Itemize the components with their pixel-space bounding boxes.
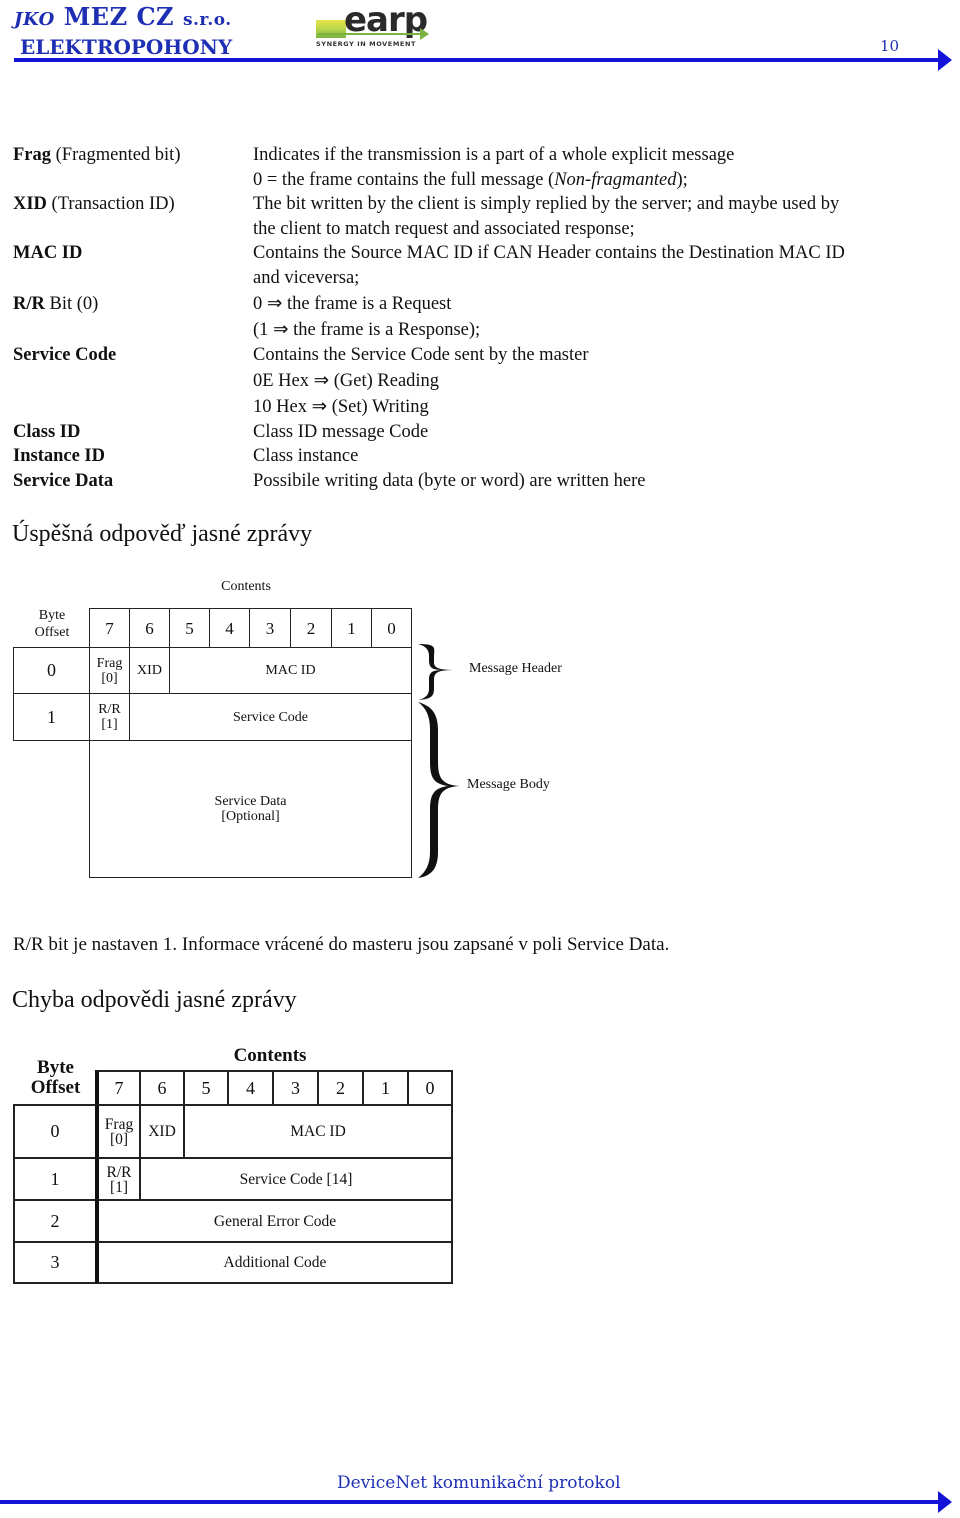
logo-tagline: SYNERGY IN MOVEMENT — [316, 40, 417, 48]
contents-label: Contents — [221, 579, 271, 594]
def-desc-rr-line2: (1 ⇒ the frame is a Response); — [253, 320, 481, 340]
bit-header-1: 1 — [331, 608, 372, 648]
byte-offset-1: 1 — [13, 1157, 97, 1201]
logo-color-bar — [316, 20, 346, 38]
footer-arrow-icon — [938, 1491, 952, 1513]
section-title-error: Chyba odpovědi jasné zprávy — [12, 987, 297, 1013]
def-term-class-id: Class ID — [13, 422, 81, 442]
def-desc-macid-line2: and viceversa; — [253, 268, 360, 288]
header-arrow-icon — [938, 49, 952, 71]
def-desc-service-data: Possibile writing data (byte or word) ar… — [253, 471, 646, 491]
company-subtitle: ELEKTROPOHONY — [20, 35, 233, 59]
def-desc-instance-id: Class instance — [253, 446, 359, 466]
company-name: JKO MEZ CZ s.r.o. — [14, 2, 232, 31]
xid-cell: XID — [129, 647, 170, 694]
earp-logo: earp SYNERGY IN MOVEMENT — [312, 0, 452, 52]
section-title-success: Úspěšná odpověď jasné zprávy — [12, 521, 313, 547]
def-term-macid: MAC ID — [13, 243, 83, 263]
byte-offset-0: 0 — [13, 1104, 97, 1159]
frag-cell: Frag [0] — [89, 647, 130, 694]
def-desc-frag-line1: Indicates if the transmission is a part … — [253, 145, 735, 165]
xid-cell: XID — [139, 1104, 185, 1159]
bit-header-5: 5 — [183, 1070, 229, 1106]
contents-label: Contents — [233, 1045, 307, 1066]
def-term-service-code: Service Code — [13, 345, 117, 365]
byte-offset-label: Byte Offset — [34, 608, 70, 640]
byte-offset-3: 3 — [13, 1241, 97, 1284]
def-desc-rr-line1: 0 ⇒ the frame is a Request — [253, 294, 452, 314]
bit-header-0: 0 — [407, 1070, 453, 1106]
bit-header-0: 0 — [371, 608, 412, 648]
footer-title: DeviceNet komunikační protokol — [337, 1473, 621, 1493]
bit-header-1: 1 — [362, 1070, 409, 1106]
mac-id-cell: MAC ID — [183, 1104, 453, 1159]
byte-offset-0: 0 — [13, 647, 90, 694]
company-name-main: MEZ CZ — [63, 2, 175, 31]
def-term-service-data: Service Data — [13, 471, 114, 491]
byte-offset-label: Byte Offset — [30, 1057, 81, 1098]
def-term-rr: R/R Bit (0) — [13, 294, 99, 314]
def-desc-xid-line2: the client to match request and associat… — [253, 219, 635, 239]
def-desc-service-code-line3: 10 Hex ⇒ (Set) Writing — [253, 397, 429, 417]
message-body-label: Message Body — [467, 777, 550, 792]
bit-header-6: 6 — [139, 1070, 185, 1106]
bit-header-2: 2 — [317, 1070, 364, 1106]
service-code-cell: Service Code — [129, 693, 412, 741]
bit-header-7: 7 — [89, 608, 130, 648]
rr-cell: R/R [1] — [95, 1157, 141, 1201]
success-note: R/R bit je nastaven 1. Informace vrácené… — [13, 934, 670, 955]
def-desc-service-code-line2: 0E Hex ⇒ (Get) Reading — [253, 371, 440, 391]
bit-header-7: 7 — [95, 1070, 141, 1106]
byte-offset-2: 2 — [13, 1199, 97, 1243]
body-brace-icon — [418, 702, 460, 878]
service-data-cell: Service Data [Optional] — [89, 740, 412, 878]
header-brace-icon — [418, 644, 456, 700]
def-desc-frag-line2: 0 = the frame contains the full message … — [253, 170, 688, 190]
page-number: 10 — [880, 37, 900, 55]
header-rule — [14, 58, 940, 62]
rr-cell: R/R [1] — [89, 693, 130, 741]
bit-header-2: 2 — [290, 608, 332, 648]
def-desc-service-code-line1: Contains the Service Code sent by the ma… — [253, 345, 589, 365]
def-term-frag: Frag (Fragmented bit) — [13, 145, 181, 165]
def-term-instance-id: Instance ID — [13, 446, 105, 466]
def-desc-class-id: Class ID message Code — [253, 422, 429, 442]
logo-arrow-icon — [420, 28, 429, 40]
bit-header-4: 4 — [227, 1070, 274, 1106]
bit-header-3: 3 — [249, 608, 291, 648]
frag-cell: Frag [0] — [95, 1104, 141, 1159]
company-suffix: s.r.o. — [182, 10, 232, 30]
bit-header-4: 4 — [209, 608, 250, 648]
bit-header-6: 6 — [129, 608, 170, 648]
bit-header-3: 3 — [272, 1070, 319, 1106]
def-term-xid: XID (Transaction ID) — [13, 194, 175, 214]
service-code-cell: Service Code [14] — [139, 1157, 453, 1201]
def-desc-macid-line1: Contains the Source MAC ID if CAN Header… — [253, 243, 845, 263]
company-prefix: JKO — [14, 9, 55, 30]
def-desc-xid-line1: The bit written by the client is simply … — [253, 194, 840, 214]
byte-offset-1: 1 — [13, 693, 90, 741]
additional-code-cell: Additional Code — [95, 1241, 453, 1284]
mac-id-cell: MAC ID — [169, 647, 412, 694]
message-header-label: Message Header — [469, 661, 562, 676]
general-error-code-cell: General Error Code — [95, 1199, 453, 1243]
footer-rule — [0, 1500, 940, 1504]
bit-header-5: 5 — [169, 608, 210, 648]
logo-arrow-line — [318, 33, 426, 35]
